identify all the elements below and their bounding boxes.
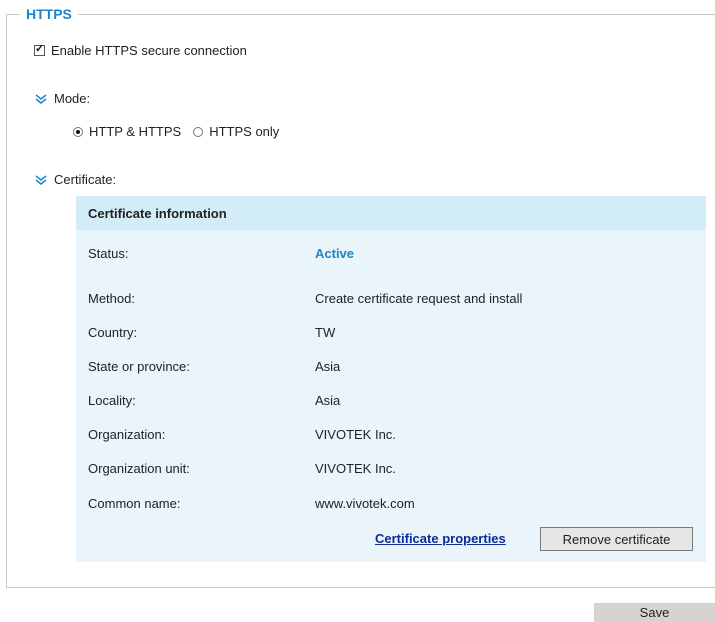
radio-http-https-label[interactable]: HTTP & HTTPS bbox=[89, 124, 181, 139]
country-key: Country: bbox=[88, 325, 138, 340]
status-value: Active bbox=[315, 246, 355, 261]
method-value: Create certificate request and install bbox=[315, 291, 523, 306]
state-value: Asia bbox=[315, 359, 341, 374]
enable-https-checkbox[interactable]: ✓ bbox=[34, 43, 45, 56]
double-chevron-down-icon[interactable] bbox=[34, 93, 50, 104]
save-button[interactable]: Save bbox=[594, 603, 715, 622]
checkmark-icon: ✓ bbox=[35, 43, 45, 55]
organization-value: VIVOTEK Inc. bbox=[315, 427, 396, 442]
mode-row[interactable]: Mode: bbox=[34, 91, 90, 106]
locality-value: Asia bbox=[315, 393, 341, 408]
mode-label: Mode: bbox=[54, 91, 91, 106]
organization-key: Organization: bbox=[88, 427, 166, 442]
double-chevron-down-icon[interactable] bbox=[34, 174, 50, 185]
state-key: State or province: bbox=[88, 359, 190, 374]
enable-https-label[interactable]: Enable HTTPS secure connection bbox=[51, 43, 247, 58]
section-title: HTTPS bbox=[20, 5, 78, 23]
certificate-properties-link[interactable]: Certificate properties bbox=[375, 531, 506, 546]
enable-https-row[interactable]: ✓ Enable HTTPS secure connection bbox=[34, 43, 247, 58]
mode-options: HTTP & HTTPS HTTPS only bbox=[73, 124, 279, 139]
radio-https-only[interactable] bbox=[193, 126, 204, 137]
organization-unit-value: VIVOTEK Inc. bbox=[315, 461, 396, 476]
organization-unit-key: Organization unit: bbox=[88, 461, 190, 476]
common-name-key: Common name: bbox=[88, 496, 181, 511]
certificate-row[interactable]: Certificate: bbox=[34, 172, 116, 187]
certificate-label: Certificate: bbox=[54, 172, 117, 187]
method-key: Method: bbox=[88, 291, 135, 306]
certificate-info-title: Certificate information bbox=[88, 205, 227, 221]
remove-certificate-button[interactable]: Remove certificate bbox=[540, 527, 693, 551]
certificate-info-header: Certificate information bbox=[76, 196, 706, 230]
common-name-value: www.vivotek.com bbox=[315, 496, 415, 511]
country-value: TW bbox=[315, 325, 336, 340]
certificate-info-panel: Certificate information Status: Active M… bbox=[76, 196, 706, 562]
status-key: Status: bbox=[88, 246, 129, 261]
locality-key: Locality: bbox=[88, 393, 136, 408]
radio-http-https[interactable] bbox=[73, 126, 83, 137]
radio-https-only-label[interactable]: HTTPS only bbox=[209, 124, 279, 139]
